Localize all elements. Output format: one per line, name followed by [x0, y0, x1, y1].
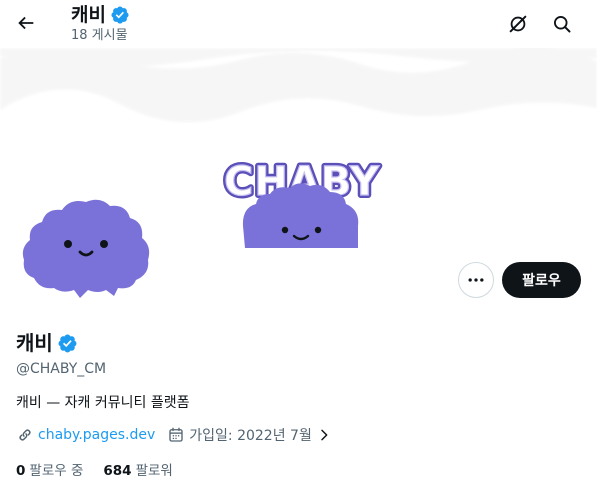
followers-count: 684: [103, 463, 132, 479]
post-count: 18 게시물: [71, 28, 128, 43]
following-count: 0: [16, 463, 26, 479]
following-label: 팔로우 중: [29, 463, 84, 479]
search-button[interactable]: [546, 8, 578, 40]
avatar-mascot-image: [22, 199, 150, 298]
calendar-icon: [169, 427, 183, 442]
search-icon: [554, 16, 571, 33]
more-options-button[interactable]: [458, 262, 494, 298]
joined-date: 가입일: 2022년 7월: [189, 428, 312, 444]
link-icon: [19, 429, 31, 441]
profile-avatar[interactable]: [14, 190, 154, 310]
follow-stats: 0 팔로우 중 684 팔로워: [16, 459, 173, 479]
followers-stat[interactable]: 684 팔로워: [103, 459, 172, 479]
profile-website[interactable]: chaby.pages.dev: [16, 426, 155, 444]
website-link[interactable]: chaby.pages.dev: [38, 427, 155, 443]
profile-name: 캐비: [16, 331, 53, 355]
profile-header: 캐비 18 게시물: [0, 0, 597, 48]
profile-handle: @CHABY_CM: [16, 361, 107, 377]
profile-name-row: 캐비: [16, 331, 78, 355]
verified-badge-icon[interactable]: [57, 333, 78, 354]
header-title-group: 캐비: [71, 3, 130, 27]
profile-joined[interactable]: 가입일: 2022년 7월: [167, 425, 332, 445]
grok-button[interactable]: [502, 8, 534, 40]
verified-badge-icon: [111, 6, 129, 24]
more-horizontal-icon: [468, 278, 484, 282]
followers-label: 팔로워: [135, 463, 173, 479]
profile-meta: chaby.pages.dev 가입일: 2022년 7월: [16, 425, 332, 445]
back-button[interactable]: [10, 7, 42, 39]
follow-button[interactable]: 팔로우: [502, 262, 581, 298]
arrow-left-icon: [18, 16, 34, 30]
following-stat[interactable]: 0 팔로우 중: [16, 459, 83, 479]
chevron-right-icon: [321, 429, 328, 441]
grok-icon: [509, 15, 527, 33]
profile-bio: 캐비 — 자캐 커뮤니티 플랫폼: [16, 395, 190, 411]
header-title: 캐비: [71, 4, 106, 26]
